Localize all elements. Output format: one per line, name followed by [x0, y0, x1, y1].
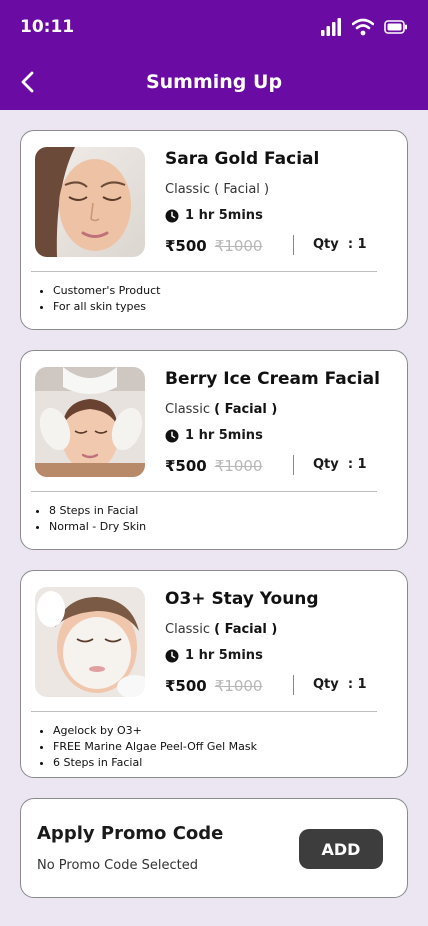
service-photo [35, 147, 145, 257]
promo-title: Apply Promo Code [37, 823, 224, 844]
service-category: Classic ( Facial ) [165, 622, 277, 637]
service-card: Sara Gold Facial Classic ( Facial ) 1 hr… [20, 130, 408, 330]
card-divider [31, 271, 377, 272]
original-price: ₹1000 [214, 677, 263, 695]
feature-item: Normal - Dry Skin [49, 519, 146, 535]
feature-item: Agelock by O3+ [53, 723, 257, 739]
category-prefix: Classic [165, 402, 210, 417]
qty-label: Qty [313, 677, 339, 692]
service-photo [35, 587, 145, 697]
quantity: Qty : 1 [313, 237, 367, 252]
qty-value: : 1 [347, 457, 367, 472]
back-button[interactable] [14, 68, 42, 96]
service-category: Classic ( Facial ) [165, 402, 277, 417]
duration-text: 1 hr 5mins [185, 428, 263, 443]
clock-icon [165, 649, 179, 662]
service-name: Berry Ice Cream Facial [165, 369, 380, 389]
service-photo [35, 367, 145, 477]
add-promo-button[interactable]: ADD [299, 829, 383, 869]
back-arrow-icon [21, 71, 34, 93]
promo-code-card: Apply Promo Code No Promo Code Selected … [20, 798, 408, 898]
price-row: ₹500 ₹1000 [165, 455, 262, 477]
price-row: ₹500 ₹1000 [165, 235, 262, 257]
qty-value: : 1 [347, 237, 367, 252]
service-card: O3+ Stay Young Classic ( Facial ) 1 hr 5… [20, 570, 408, 778]
service-duration: 1 hr 5mins [165, 428, 263, 443]
clock-icon [165, 429, 179, 442]
duration-text: 1 hr 5mins [185, 648, 263, 663]
price-divider [293, 455, 294, 475]
qty-value: : 1 [347, 677, 367, 692]
feature-item: 8 Steps in Facial [49, 503, 146, 519]
signal-icon [321, 18, 341, 36]
status-time: 10:11 [20, 17, 75, 37]
feature-list: Customer's Product For all skin types [53, 283, 160, 315]
service-duration: 1 hr 5mins [165, 208, 263, 223]
feature-list: Agelock by O3+ FREE Marine Algae Peel-Of… [53, 723, 257, 771]
price-divider [293, 235, 294, 255]
feature-item: Customer's Product [53, 283, 160, 299]
promo-status: No Promo Code Selected [37, 858, 198, 873]
qty-label: Qty [313, 237, 339, 252]
status-bar: 10:11 [0, 0, 428, 54]
quantity: Qty : 1 [313, 457, 367, 472]
feature-item: For all skin types [53, 299, 160, 315]
price-divider [293, 675, 294, 695]
qty-label: Qty [313, 457, 339, 472]
wifi-icon [352, 18, 374, 36]
current-price: ₹500 [165, 457, 207, 475]
duration-text: 1 hr 5mins [185, 208, 263, 223]
service-card: Berry Ice Cream Facial Classic ( Facial … [20, 350, 408, 550]
service-duration: 1 hr 5mins [165, 648, 263, 663]
current-price: ₹500 [165, 677, 207, 695]
feature-item: FREE Marine Algae Peel-Off Gel Mask [53, 739, 257, 755]
feature-list: 8 Steps in Facial Normal - Dry Skin [49, 503, 146, 535]
original-price: ₹1000 [214, 457, 263, 475]
battery-icon [384, 20, 407, 34]
price-row: ₹500 ₹1000 [165, 675, 262, 697]
category-label: ( Facial ) [214, 182, 270, 197]
quantity: Qty : 1 [313, 677, 367, 692]
feature-item: 6 Steps in Facial [53, 755, 257, 771]
original-price: ₹1000 [214, 237, 263, 255]
service-category: Classic ( Facial ) [165, 182, 269, 197]
clock-icon [165, 209, 179, 222]
category-prefix: Classic [165, 182, 210, 197]
service-name: Sara Gold Facial [165, 149, 320, 169]
service-name: O3+ Stay Young [165, 589, 319, 609]
current-price: ₹500 [165, 237, 207, 255]
category-prefix: Classic [165, 622, 210, 637]
category-label: ( Facial ) [214, 622, 278, 637]
page-title: Summing Up [145, 71, 283, 93]
category-label: ( Facial ) [214, 402, 278, 417]
card-divider [31, 711, 377, 712]
app-bar: Summing Up [0, 54, 428, 110]
status-icons [320, 18, 408, 36]
card-divider [31, 491, 377, 492]
